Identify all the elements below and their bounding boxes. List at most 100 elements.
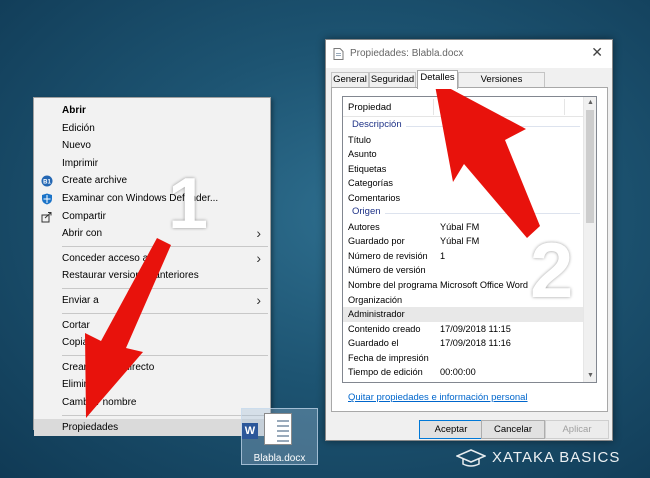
svg-text:B1: B1	[43, 180, 51, 186]
property-value: 17/09/2018 11:16	[440, 338, 511, 349]
table-row[interactable]: Tiempo de edición 00:00:00	[343, 365, 584, 380]
menu-separator	[62, 414, 268, 416]
property-value: Yúbal FM	[440, 221, 480, 232]
table-row[interactable]: Fecha de impresión	[343, 351, 584, 366]
menu-separator	[62, 287, 268, 289]
section-header: Origen	[343, 205, 584, 220]
property-value: 1	[440, 250, 446, 261]
menu-item-6[interactable]: Compartir	[34, 208, 270, 226]
menu-item-7[interactable]: Abrir con ›	[34, 225, 270, 243]
tab-versiones-anteriores[interactable]: Versiones anteriores	[458, 72, 545, 99]
menu-item-label: Crear acceso directo	[62, 361, 155, 373]
dialog-title: Propiedades: Blabla.docx	[350, 48, 464, 59]
menu-item-9[interactable]: Restaurar versiones anteriores	[34, 267, 270, 285]
menu-item-label: Imprimir	[62, 157, 99, 169]
menu-item-14[interactable]: Eliminar	[34, 376, 270, 394]
accept-button[interactable]: Aceptar	[419, 420, 483, 439]
table-row[interactable]: Guardado el 17/09/2018 11:16	[343, 336, 584, 351]
menu-item-label: Nuevo	[62, 140, 91, 152]
tab-general[interactable]: General	[331, 72, 369, 88]
menu-item-3[interactable]: Imprimir	[34, 155, 270, 173]
property-name: Comentarios	[348, 192, 401, 203]
property-value: Yúbal FM	[440, 236, 480, 247]
menu-item-2[interactable]: Nuevo	[34, 137, 270, 155]
context-menu: Abrir Edición Nuevo Imprimir B1 Create archiv…	[33, 97, 271, 437]
menu-item-1[interactable]: Edición	[34, 120, 270, 138]
table-row[interactable]: Comentarios	[343, 191, 584, 206]
scroll-up-icon[interactable]: ▲	[584, 97, 596, 109]
menu-item-4[interactable]: B1 Create archive	[34, 172, 270, 190]
desktop-file-icon[interactable]: W Blabla.docx	[241, 408, 318, 465]
property-name: Número de revisión	[348, 250, 428, 261]
share-icon	[41, 211, 53, 223]
menu-item-15[interactable]: Cambiar nombre	[34, 394, 270, 412]
table-row[interactable]: Categorías	[343, 176, 584, 191]
menu-item-label: Cortar	[62, 319, 90, 331]
menu-separator	[62, 312, 268, 314]
dialog-titlebar[interactable]: Propiedades: Blabla.docx ✕	[326, 40, 612, 68]
table-row[interactable]: Asunto	[343, 147, 584, 162]
scroll-down-icon[interactable]: ▼	[584, 370, 596, 382]
chevron-right-icon: ›	[256, 291, 261, 308]
menu-item-0[interactable]: Abrir	[34, 102, 270, 120]
menu-item-label: Propiedades	[62, 421, 119, 433]
menu-item-label: Cambiar nombre	[62, 396, 137, 408]
annotation-label-2: 2	[530, 226, 574, 314]
menu-item-label: Conceder acceso a	[62, 252, 149, 264]
menu-item-label: Edición	[62, 122, 95, 134]
b1-archive-icon: B1	[41, 175, 53, 187]
watermark-text: XATAKA BASICS	[492, 449, 621, 466]
table-row[interactable]: Contenido creado 17/09/2018 11:15	[343, 322, 584, 337]
remove-properties-link[interactable]: Quitar propiedades e información persona…	[348, 392, 528, 403]
property-name: Contenido creado	[348, 323, 421, 334]
grid-header: Propiedad	[343, 97, 584, 117]
property-name: Autores	[348, 221, 380, 232]
menu-item-5[interactable]: Examinar con Windows Defender...	[34, 190, 270, 208]
file-name-label: Blabla.docx	[253, 453, 306, 464]
property-name: Organización	[348, 294, 403, 305]
menu-item-label: Compartir	[62, 210, 106, 222]
property-name: Categorías	[348, 178, 393, 189]
property-name: Fecha de impresión	[348, 352, 429, 363]
document-icon	[264, 413, 292, 445]
property-name: Tiempo de edición	[348, 367, 423, 378]
menu-item-label: Abrir con	[62, 228, 103, 240]
section-header: Descripción	[343, 118, 584, 133]
table-row[interactable]: Etiquetas	[343, 162, 584, 177]
property-name: Administrador	[348, 309, 405, 320]
menu-item-8[interactable]: Conceder acceso a ›	[34, 250, 270, 268]
menu-item-label: Copiar	[62, 337, 92, 349]
chevron-right-icon: ›	[256, 249, 261, 266]
scroll-thumb[interactable]	[586, 110, 594, 223]
header-property[interactable]: Propiedad	[348, 102, 391, 113]
annotation-label-1: 1	[168, 164, 209, 244]
property-name: Guardado por	[348, 236, 405, 247]
menu-item-label: Eliminar	[62, 379, 99, 391]
tab-seguridad[interactable]: Seguridad	[369, 72, 416, 88]
menu-item-10[interactable]: Enviar a ›	[34, 292, 270, 310]
property-value: Microsoft Office Word	[440, 280, 528, 291]
menu-item-label: Restaurar versiones anteriores	[62, 270, 199, 282]
section-title: Descripción	[352, 118, 406, 133]
close-icon[interactable]: ✕	[591, 44, 603, 61]
tab-detalles[interactable]: Detalles	[417, 70, 458, 89]
menu-item-11[interactable]: Cortar	[34, 317, 270, 335]
apply-button[interactable]: Aplicar	[545, 420, 609, 439]
property-value: 17/09/2018 11:15	[440, 323, 511, 334]
table-row[interactable]: Título	[343, 133, 584, 148]
xataka-watermark: XATAKA BASICS	[456, 446, 636, 470]
menu-item-16[interactable]: Propiedades	[34, 418, 270, 437]
menu-item-label: Abrir	[62, 105, 86, 116]
property-name: Número de versión	[348, 265, 426, 276]
menu-item-label: Enviar a	[62, 294, 99, 306]
property-name: Guardado el	[348, 338, 399, 349]
property-name: Asunto	[348, 149, 377, 160]
menu-item-label: Create archive	[62, 175, 128, 187]
vertical-scrollbar[interactable]: ▲ ▼	[583, 97, 596, 382]
menu-item-12[interactable]: Copiar	[34, 334, 270, 352]
menu-item-13[interactable]: Crear acceso directo	[34, 359, 270, 377]
property-name: Nombre del programa	[348, 280, 438, 291]
property-name: Etiquetas	[348, 163, 387, 174]
cancel-button[interactable]: Cancelar	[481, 420, 545, 439]
document-icon	[333, 48, 344, 60]
